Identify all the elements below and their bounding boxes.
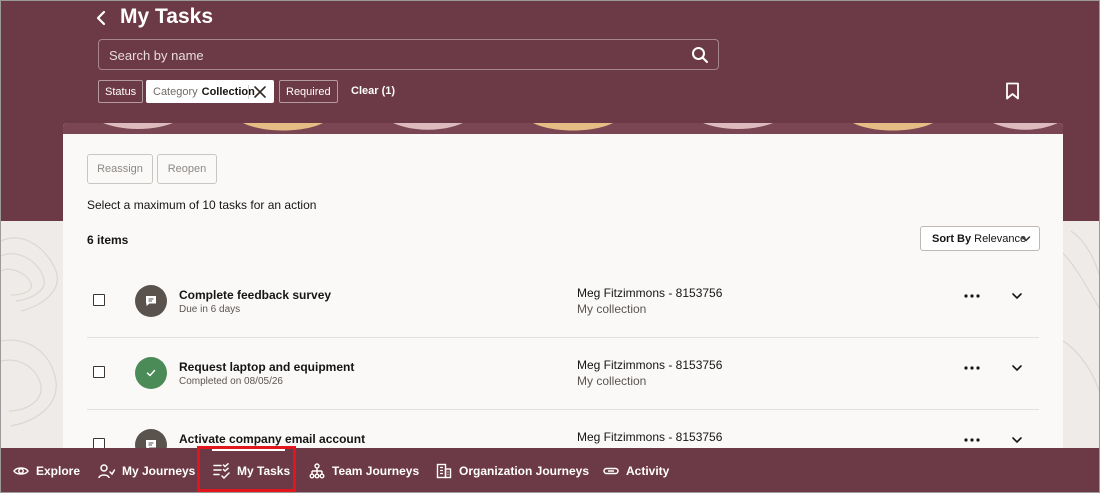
required-filter-label: Required xyxy=(286,85,331,98)
checklist-icon xyxy=(213,463,230,479)
card-banner-pattern xyxy=(63,123,1063,134)
task-status-badge xyxy=(135,285,167,317)
more-actions-icon[interactable] xyxy=(963,436,981,444)
category-filter-label: Category xyxy=(153,85,198,98)
chevron-down-icon[interactable] xyxy=(1011,434,1023,446)
nav-item-activity[interactable]: Activity xyxy=(603,448,670,492)
bookmark-icon[interactable] xyxy=(1005,82,1020,100)
nav-item-organization-journeys[interactable]: Organization Journeys xyxy=(436,448,590,492)
selection-hint: Select a maximum of 10 tasks for an acti… xyxy=(87,198,317,212)
sort-label: Sort By xyxy=(932,232,972,245)
search-input[interactable] xyxy=(109,45,679,65)
task-collection: My collection xyxy=(577,374,647,388)
task-checkbox[interactable] xyxy=(93,366,105,378)
check-icon xyxy=(146,369,156,377)
chip-divider xyxy=(248,85,249,99)
reassign-button[interactable]: Reassign xyxy=(87,154,153,184)
required-filter-chip[interactable]: Required xyxy=(279,80,338,103)
task-row[interactable]: Complete feedback survey Due in 6 days M… xyxy=(87,266,1039,338)
task-title[interactable]: Complete feedback survey xyxy=(179,288,331,302)
nav-item-label: My Journeys xyxy=(122,464,196,478)
comment-icon xyxy=(146,296,156,306)
nav-item-label: My Tasks xyxy=(237,464,291,478)
task-due: Due in 6 days xyxy=(179,304,241,315)
nav-item-explore[interactable]: Explore xyxy=(13,448,81,492)
nav-item-label: Activity xyxy=(626,464,670,478)
nav-item-label: Team Journeys xyxy=(332,464,420,478)
task-title[interactable]: Activate company email account xyxy=(179,432,365,446)
search-box[interactable] xyxy=(98,39,719,70)
nav-item-my-tasks[interactable]: My Tasks xyxy=(213,448,291,492)
chevron-down-icon[interactable] xyxy=(1011,362,1023,374)
status-filter-label: Status xyxy=(105,85,137,98)
link-icon xyxy=(603,467,619,475)
status-filter-chip[interactable]: Status xyxy=(98,80,144,103)
more-actions-icon[interactable] xyxy=(963,364,981,372)
active-tab-indicator xyxy=(212,448,285,451)
task-row[interactable]: Request laptop and equipment Completed o… xyxy=(87,338,1039,410)
page-title: My Tasks xyxy=(120,5,213,28)
task-completed-date: Completed on 08/05/26 xyxy=(179,376,283,387)
building-icon xyxy=(436,463,452,479)
category-filter-chip[interactable]: Category Collection xyxy=(146,80,274,103)
nav-item-my-journeys[interactable]: My Journeys xyxy=(98,448,196,492)
task-assignee: Meg Fitzimmons - 8153756 xyxy=(577,430,723,444)
nav-item-team-journeys[interactable]: Team Journeys xyxy=(309,448,420,492)
person-route-icon xyxy=(98,464,115,479)
sort-value: Relevance xyxy=(974,232,1027,245)
reopen-button[interactable]: Reopen xyxy=(157,154,217,184)
task-status-badge xyxy=(135,357,167,389)
task-assignee: Meg Fitzimmons - 8153756 xyxy=(577,358,723,372)
app-frame: My Tasks Status Category Collection Requ… xyxy=(0,0,1100,493)
back-button[interactable] xyxy=(93,7,111,29)
chevron-left-icon xyxy=(96,10,106,26)
team-hierarchy-icon xyxy=(309,463,325,479)
category-filter-value: Collection xyxy=(201,85,255,98)
bottom-navigation: Explore My Journeys My Tasks Team Journe… xyxy=(1,448,1099,492)
task-collection: My collection xyxy=(577,302,647,316)
more-actions-icon[interactable] xyxy=(963,292,981,300)
chevron-down-icon xyxy=(1021,236,1031,242)
close-icon[interactable] xyxy=(253,85,267,99)
task-checkbox[interactable] xyxy=(93,294,105,306)
chevron-down-icon[interactable] xyxy=(1011,290,1023,302)
clear-filters-link[interactable]: Clear (1) xyxy=(351,85,395,97)
sort-dropdown[interactable]: Sort By Relevance xyxy=(920,226,1040,251)
eye-icon xyxy=(13,467,29,475)
nav-item-label: Explore xyxy=(36,464,81,478)
nav-item-label: Organization Journeys xyxy=(459,464,590,478)
task-title[interactable]: Request laptop and equipment xyxy=(179,360,354,374)
tasks-card: Reassign Reopen Select a maximum of 10 t… xyxy=(63,123,1063,483)
search-icon[interactable] xyxy=(691,46,709,64)
task-assignee: Meg Fitzimmons - 8153756 xyxy=(577,286,723,300)
item-count: 6 items xyxy=(87,233,129,247)
